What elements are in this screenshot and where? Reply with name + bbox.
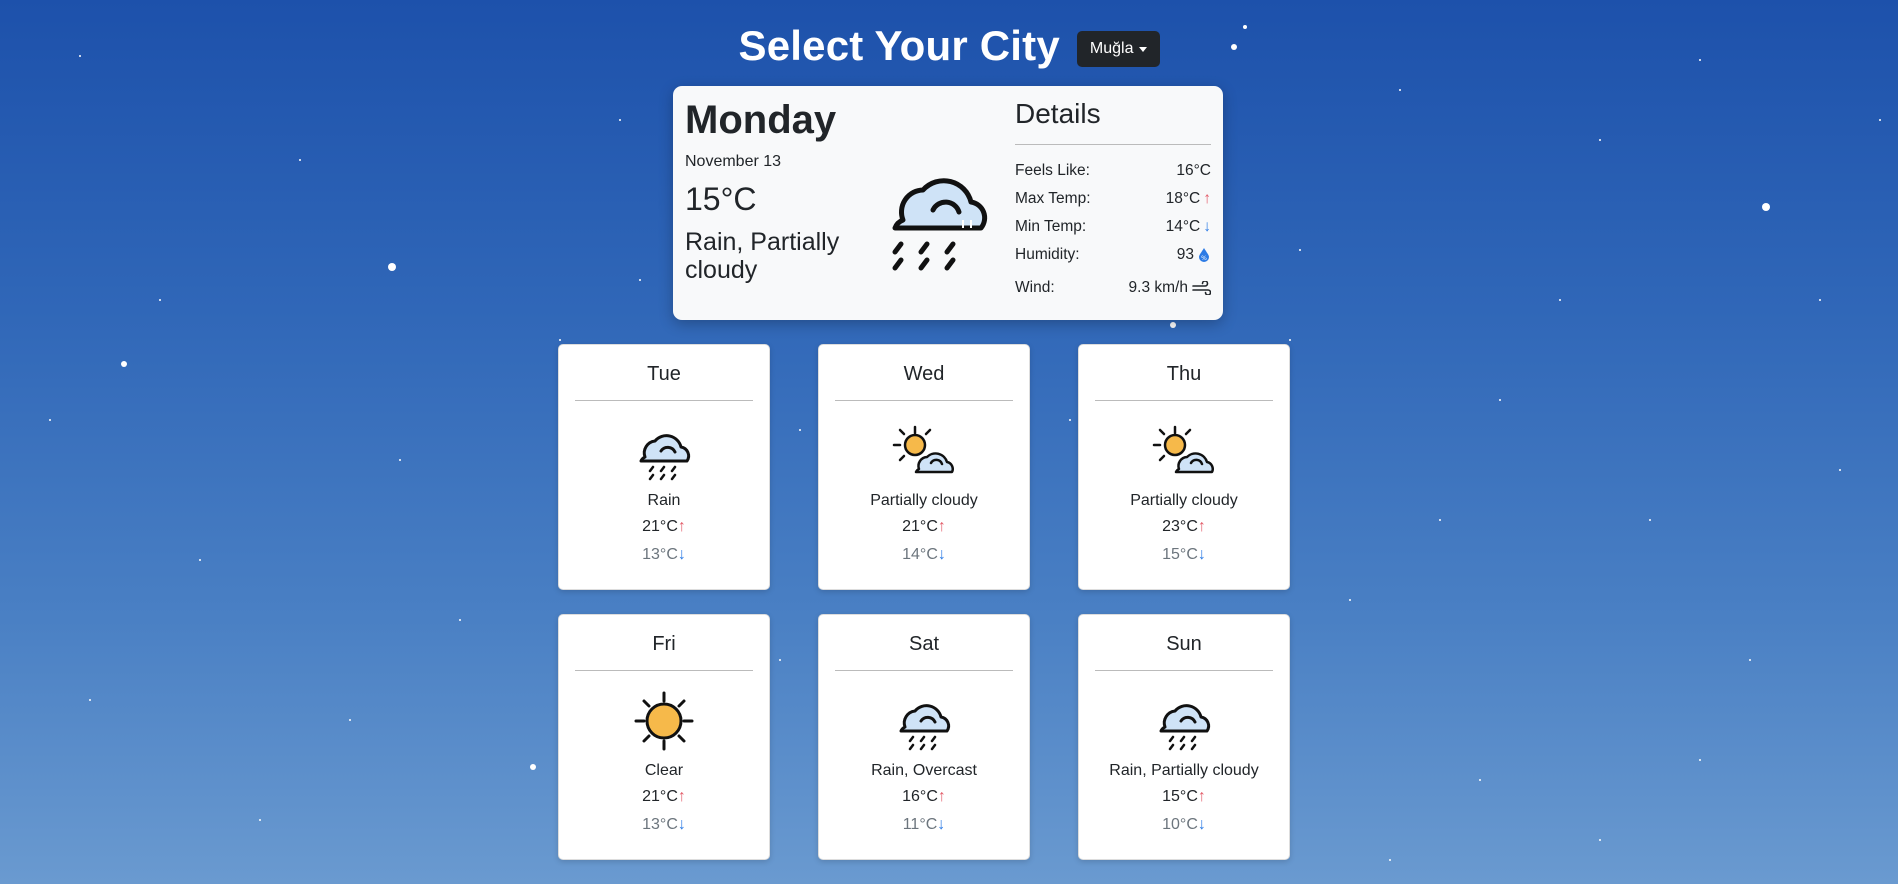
detail-label: Max Temp: bbox=[1015, 189, 1091, 207]
forecast-description: Partially cloudy bbox=[1130, 492, 1238, 509]
forecast-day: Wed bbox=[835, 345, 1013, 401]
arrow-up-icon: ↑ bbox=[677, 788, 686, 805]
forecast-min-temp: 14°C↓ bbox=[819, 541, 1029, 569]
wind-icon bbox=[1192, 280, 1211, 295]
forecast-max-temp: 21°C↑ bbox=[559, 513, 769, 541]
detail-row-wind: Wind: 9.3 km/h bbox=[1015, 278, 1211, 297]
detail-label: Min Temp: bbox=[1015, 217, 1087, 235]
arrow-down-icon: ↓ bbox=[677, 546, 686, 563]
partly-cloudy-icon bbox=[892, 425, 954, 474]
detail-row-humidity: Humidity: 93 % bbox=[1015, 245, 1211, 264]
header: Select Your City Muğla bbox=[0, 22, 1898, 70]
detail-value: 16°C bbox=[1176, 161, 1211, 179]
forecast-max-temp: 21°C↑ bbox=[559, 783, 769, 811]
partly-cloudy-icon bbox=[1152, 425, 1214, 474]
today-card: Monday November 13 15°C Rain, Partially … bbox=[673, 86, 1223, 320]
forecast-card-wed: Wed Partially cloudy 21°C↑ 14°C↓ bbox=[818, 344, 1030, 590]
forecast-card-tue: Tue Rain 21°C↑ 13°C↓ bbox=[558, 344, 770, 590]
arrow-up-icon: ↑ bbox=[937, 518, 946, 535]
forecast-min-temp: 11°C↓ bbox=[819, 811, 1029, 839]
forecast-card-sat: Sat Rain, Overcast 16°C↑ 11°C↓ bbox=[818, 614, 1030, 860]
arrow-up-icon: ↑ bbox=[1197, 788, 1206, 805]
forecast-day: Tue bbox=[575, 345, 753, 401]
detail-label: Humidity: bbox=[1015, 245, 1080, 263]
page-title: Select Your City bbox=[738, 22, 1060, 69]
forecast-min-temp: 13°C↓ bbox=[559, 811, 769, 839]
min-temp-value: 15°C bbox=[1162, 546, 1198, 563]
forecast-max-temp: 16°C↑ bbox=[819, 783, 1029, 811]
arrow-down-icon: ↓ bbox=[1203, 217, 1211, 235]
max-temp-value: 21°C bbox=[642, 518, 678, 535]
forecast-day: Thu bbox=[1095, 345, 1273, 401]
detail-value: 18°C bbox=[1165, 189, 1201, 207]
arrow-down-icon: ↓ bbox=[1197, 546, 1206, 563]
forecast-card-sun: Sun Rain, Partially cloudy 15°C↑ 10°C↓ bbox=[1078, 614, 1290, 860]
forecast-card-thu: Thu Partially cloudy 23°C↑ 15°C↓ bbox=[1078, 344, 1290, 590]
svg-text:%: % bbox=[1201, 255, 1207, 262]
forecast-day: Fri bbox=[575, 615, 753, 671]
forecast-description: Rain, Partially cloudy bbox=[1109, 762, 1259, 779]
city-dropdown-label: Muğla bbox=[1089, 40, 1134, 57]
min-temp-value: 10°C bbox=[1162, 816, 1198, 833]
arrow-up-icon: ↑ bbox=[937, 788, 946, 805]
max-temp-value: 23°C bbox=[1162, 518, 1198, 535]
detail-value: 14°C bbox=[1165, 217, 1201, 235]
rain-cloud-icon bbox=[639, 434, 691, 481]
details-panel: Details Feels Like: 16°C Max Temp: 18°C ↑… bbox=[1015, 98, 1211, 306]
forecast-description: Rain, Overcast bbox=[871, 762, 977, 779]
min-temp-value: 13°C bbox=[642, 816, 678, 833]
forecast-description: Partially cloudy bbox=[870, 492, 978, 509]
arrow-up-icon: ↑ bbox=[1203, 189, 1211, 207]
today-day: Monday bbox=[685, 98, 837, 142]
forecast-day: Sat bbox=[835, 615, 1013, 671]
today-date: November 13 bbox=[685, 153, 782, 170]
today-description: Rain, Partially cloudy bbox=[685, 228, 840, 284]
forecast-max-temp: 21°C↑ bbox=[819, 513, 1029, 541]
max-temp-value: 21°C bbox=[642, 788, 678, 805]
arrow-up-icon: ↑ bbox=[677, 518, 686, 535]
detail-row-max-temp: Max Temp: 18°C ↑ bbox=[1015, 189, 1211, 208]
min-temp-value: 13°C bbox=[642, 546, 678, 563]
arrow-up-icon: ↑ bbox=[1197, 518, 1206, 535]
max-temp-value: 15°C bbox=[1162, 788, 1198, 805]
rain-cloud-icon bbox=[899, 704, 951, 751]
forecast-max-temp: 23°C↑ bbox=[1079, 513, 1289, 541]
arrow-down-icon: ↓ bbox=[1197, 816, 1206, 833]
arrow-down-icon: ↓ bbox=[937, 816, 946, 833]
min-temp-value: 11°C bbox=[902, 816, 938, 833]
forecast-card-fri: Fri Clear 21°C↑ 13°C↓ bbox=[558, 614, 770, 860]
detail-value: 93 bbox=[1176, 245, 1194, 263]
forecast-min-temp: 15°C↓ bbox=[1079, 541, 1289, 569]
forecast-min-temp: 10°C↓ bbox=[1079, 811, 1289, 839]
arrow-down-icon: ↓ bbox=[937, 546, 946, 563]
forecast-max-temp: 15°C↑ bbox=[1079, 783, 1289, 811]
forecast-description: Clear bbox=[644, 762, 684, 779]
city-dropdown-button[interactable]: Muğla bbox=[1076, 31, 1160, 67]
max-temp-value: 16°C bbox=[902, 788, 938, 805]
caret-down-icon bbox=[1138, 46, 1147, 52]
min-temp-value: 14°C bbox=[902, 546, 938, 563]
rain-partially-cloudy-icon bbox=[892, 178, 988, 271]
today-temp: 15°C bbox=[685, 181, 757, 217]
details-title: Details bbox=[1015, 98, 1211, 145]
detail-label: Wind: bbox=[1015, 278, 1055, 296]
forecast-description: Rain bbox=[647, 492, 681, 509]
arrow-down-icon: ↓ bbox=[677, 816, 686, 833]
humidity-icon: % bbox=[1199, 247, 1209, 262]
rain-cloud-icon bbox=[1159, 704, 1211, 751]
sun-icon bbox=[634, 691, 694, 751]
detail-row-feels-like: Feels Like: 16°C bbox=[1015, 161, 1211, 180]
detail-row-min-temp: Min Temp: 14°C ↓ bbox=[1015, 217, 1211, 236]
detail-label: Feels Like: bbox=[1015, 161, 1090, 179]
detail-value: 9.3 km/h bbox=[1128, 278, 1188, 296]
forecast-min-temp: 13°C↓ bbox=[559, 541, 769, 569]
max-temp-value: 21°C bbox=[902, 518, 938, 535]
forecast-day: Sun bbox=[1095, 615, 1273, 671]
